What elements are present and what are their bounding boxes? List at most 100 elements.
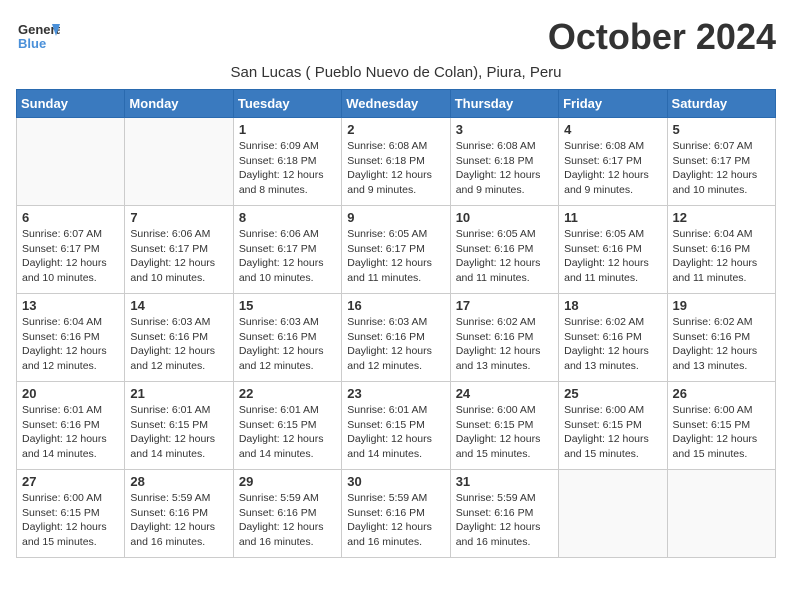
day-number: 17 xyxy=(456,298,553,313)
day-header-saturday: Saturday xyxy=(667,90,775,118)
day-number: 21 xyxy=(130,386,227,401)
day-number: 31 xyxy=(456,474,553,489)
cell-content: Sunrise: 6:08 AM Sunset: 6:18 PM Dayligh… xyxy=(347,139,444,198)
calendar-cell: 5Sunrise: 6:07 AM Sunset: 6:17 PM Daylig… xyxy=(667,118,775,206)
day-number: 20 xyxy=(22,386,119,401)
cell-content: Sunrise: 5:59 AM Sunset: 6:16 PM Dayligh… xyxy=(456,491,553,550)
calendar-cell xyxy=(17,118,125,206)
day-number: 15 xyxy=(239,298,336,313)
cell-content: Sunrise: 6:05 AM Sunset: 6:16 PM Dayligh… xyxy=(456,227,553,286)
calendar-cell: 21 Sunrise: 6:01 AM Sunset: 6:15 PM Dayli… xyxy=(125,382,233,470)
day-number: 8 xyxy=(239,210,336,225)
cell-content: Sunrise: 6:03 AM Sunset: 6:16 PM Dayligh… xyxy=(239,315,336,374)
day-number: 29 xyxy=(239,474,336,489)
calendar-cell xyxy=(667,470,775,558)
cell-content: Sunrise: 5:59 AM Sunset: 6:16 PM Dayligh… xyxy=(347,491,444,550)
day-number: 30 xyxy=(347,474,444,489)
calendar-cell: 17 Sunrise: 6:02 AM Sunset: 6:16 PM Dayli… xyxy=(450,294,558,382)
cell-content: Sunrise: 6:08 AM Sunset: 6:18 PM Dayligh… xyxy=(456,139,553,198)
month-title: October 2024 xyxy=(548,16,776,58)
day-number: 6 xyxy=(22,210,119,225)
day-header-wednesday: Wednesday xyxy=(342,90,450,118)
calendar-cell: 16 Sunrise: 6:03 AM Sunset: 6:16 PM Dayli… xyxy=(342,294,450,382)
day-header-friday: Friday xyxy=(559,90,667,118)
calendar-cell: 18Sunrise: 6:02 AM Sunset: 6:16 PM Dayli… xyxy=(559,294,667,382)
day-number: 14 xyxy=(130,298,227,313)
calendar-cell: 25 Sunrise: 6:00 AM Sunset: 6:15 PM Dayli… xyxy=(559,382,667,470)
day-number: 4 xyxy=(564,122,661,137)
week-row-2: 6 Sunrise: 6:07 AM Sunset: 6:17 PM Daylig… xyxy=(17,206,776,294)
calendar-cell: 10 Sunrise: 6:05 AM Sunset: 6:16 PM Dayli… xyxy=(450,206,558,294)
day-number: 9 xyxy=(347,210,444,225)
day-number: 13 xyxy=(22,298,119,313)
cell-content: Sunrise: 6:07 AM Sunset: 6:17 PM Dayligh… xyxy=(22,227,119,286)
cell-content: Sunrise: 5:59 AM Sunset: 6:16 PM Dayligh… xyxy=(130,491,227,550)
day-number: 27 xyxy=(22,474,119,489)
day-number: 12 xyxy=(673,210,770,225)
cell-content: Sunrise: 6:03 AM Sunset: 6:16 PM Dayligh… xyxy=(347,315,444,374)
calendar-cell: 19Sunrise: 6:02 AM Sunset: 6:16 PM Dayli… xyxy=(667,294,775,382)
day-number: 11 xyxy=(564,210,661,225)
day-number: 7 xyxy=(130,210,227,225)
day-number: 25 xyxy=(564,386,661,401)
calendar-cell: 31 Sunrise: 5:59 AM Sunset: 6:16 PM Dayli… xyxy=(450,470,558,558)
calendar-cell: 12 Sunrise: 6:04 AM Sunset: 6:16 PM Dayli… xyxy=(667,206,775,294)
day-number: 23 xyxy=(347,386,444,401)
cell-content: Sunrise: 6:06 AM Sunset: 6:17 PM Dayligh… xyxy=(130,227,227,286)
calendar-cell: 26Sunrise: 6:00 AM Sunset: 6:15 PM Dayli… xyxy=(667,382,775,470)
cell-content: Sunrise: 6:04 AM Sunset: 6:16 PM Dayligh… xyxy=(673,227,770,286)
day-number: 24 xyxy=(456,386,553,401)
calendar-cell: 13Sunrise: 6:04 AM Sunset: 6:16 PM Dayli… xyxy=(17,294,125,382)
cell-content: Sunrise: 6:05 AM Sunset: 6:16 PM Dayligh… xyxy=(564,227,661,286)
day-number: 3 xyxy=(456,122,553,137)
calendar-cell: 7 Sunrise: 6:06 AM Sunset: 6:17 PM Daylig… xyxy=(125,206,233,294)
subtitle: San Lucas ( Pueblo Nuevo de Colan), Piur… xyxy=(16,64,776,81)
day-header-tuesday: Tuesday xyxy=(233,90,341,118)
cell-content: Sunrise: 6:02 AM Sunset: 6:16 PM Dayligh… xyxy=(456,315,553,374)
week-row-1: 1 Sunrise: 6:09 AM Sunset: 6:18 PM Daylig… xyxy=(17,118,776,206)
cell-content: Sunrise: 6:09 AM Sunset: 6:18 PM Dayligh… xyxy=(239,139,336,198)
cell-content: Sunrise: 6:00 AM Sunset: 6:15 PM Dayligh… xyxy=(564,403,661,462)
cell-content: Sunrise: 6:02 AM Sunset: 6:16 PM Dayligh… xyxy=(564,315,661,374)
day-number: 2 xyxy=(347,122,444,137)
cell-content: Sunrise: 6:01 AM Sunset: 6:15 PM Dayligh… xyxy=(347,403,444,462)
day-number: 22 xyxy=(239,386,336,401)
logo-icon: General Blue xyxy=(16,16,60,60)
calendar-cell: 11 Sunrise: 6:05 AM Sunset: 6:16 PM Dayli… xyxy=(559,206,667,294)
page-header: General Blue October 2024 xyxy=(16,16,776,60)
calendar-cell xyxy=(125,118,233,206)
cell-content: Sunrise: 6:05 AM Sunset: 6:17 PM Dayligh… xyxy=(347,227,444,286)
calendar-cell: 9 Sunrise: 6:05 AM Sunset: 6:17 PM Daylig… xyxy=(342,206,450,294)
calendar-cell: 2 Sunrise: 6:08 AM Sunset: 6:18 PM Daylig… xyxy=(342,118,450,206)
calendar-cell: 20 Sunrise: 6:01 AM Sunset: 6:16 PM Dayli… xyxy=(17,382,125,470)
cell-content: Sunrise: 6:08 AM Sunset: 6:17 PM Dayligh… xyxy=(564,139,661,198)
cell-content: Sunrise: 6:01 AM Sunset: 6:16 PM Dayligh… xyxy=(22,403,119,462)
calendar-cell: 22 Sunrise: 6:01 AM Sunset: 6:15 PM Dayli… xyxy=(233,382,341,470)
cell-content: Sunrise: 6:06 AM Sunset: 6:17 PM Dayligh… xyxy=(239,227,336,286)
day-number: 28 xyxy=(130,474,227,489)
calendar-cell: 30 Sunrise: 5:59 AM Sunset: 6:16 PM Dayli… xyxy=(342,470,450,558)
calendar-cell: 29 Sunrise: 5:59 AM Sunset: 6:16 PM Dayli… xyxy=(233,470,341,558)
day-number: 1 xyxy=(239,122,336,137)
day-number: 19 xyxy=(673,298,770,313)
calendar-cell: 23 Sunrise: 6:01 AM Sunset: 6:15 PM Dayli… xyxy=(342,382,450,470)
calendar-cell: 8 Sunrise: 6:06 AM Sunset: 6:17 PM Daylig… xyxy=(233,206,341,294)
calendar-cell: 1 Sunrise: 6:09 AM Sunset: 6:18 PM Daylig… xyxy=(233,118,341,206)
cell-content: Sunrise: 6:00 AM Sunset: 6:15 PM Dayligh… xyxy=(673,403,770,462)
cell-content: Sunrise: 6:01 AM Sunset: 6:15 PM Dayligh… xyxy=(130,403,227,462)
day-number: 16 xyxy=(347,298,444,313)
calendar-table: SundayMondayTuesdayWednesdayThursdayFrid… xyxy=(16,89,776,558)
day-number: 10 xyxy=(456,210,553,225)
day-number: 5 xyxy=(673,122,770,137)
calendar-cell: 3 Sunrise: 6:08 AM Sunset: 6:18 PM Daylig… xyxy=(450,118,558,206)
cell-content: Sunrise: 6:03 AM Sunset: 6:16 PM Dayligh… xyxy=(130,315,227,374)
calendar-cell: 6 Sunrise: 6:07 AM Sunset: 6:17 PM Daylig… xyxy=(17,206,125,294)
calendar-cell: 24Sunrise: 6:00 AM Sunset: 6:15 PM Dayli… xyxy=(450,382,558,470)
calendar-cell: 4 Sunrise: 6:08 AM Sunset: 6:17 PM Daylig… xyxy=(559,118,667,206)
week-row-4: 20 Sunrise: 6:01 AM Sunset: 6:16 PM Dayli… xyxy=(17,382,776,470)
cell-content: Sunrise: 6:01 AM Sunset: 6:15 PM Dayligh… xyxy=(239,403,336,462)
week-row-5: 27Sunrise: 6:00 AM Sunset: 6:15 PM Dayli… xyxy=(17,470,776,558)
calendar-cell: 27Sunrise: 6:00 AM Sunset: 6:15 PM Dayli… xyxy=(17,470,125,558)
svg-text:Blue: Blue xyxy=(18,36,46,51)
cell-content: Sunrise: 5:59 AM Sunset: 6:16 PM Dayligh… xyxy=(239,491,336,550)
